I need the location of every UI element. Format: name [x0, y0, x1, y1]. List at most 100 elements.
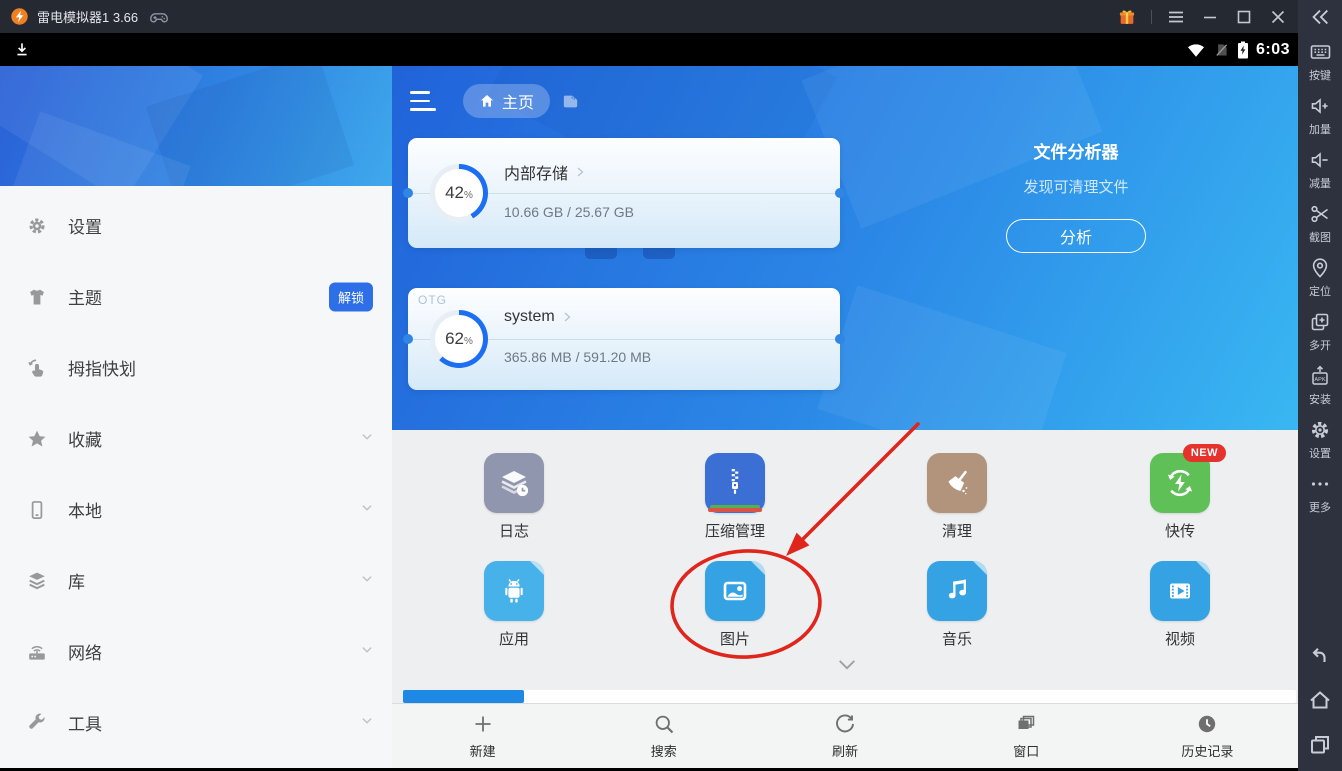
analyzer-subtitle: 发现可清理文件 — [951, 176, 1201, 197]
main-panel: 主页 42% 内部存储 — [392, 66, 1298, 768]
tool-label: 窗口 — [1013, 741, 1039, 760]
search-button[interactable]: 搜索 — [573, 704, 754, 768]
tile-videos[interactable]: 视频 — [1120, 561, 1240, 649]
sidebar-item-theme[interactable]: 主题 解锁 — [0, 261, 392, 332]
folded-corner — [973, 561, 987, 575]
sidebar-item-tools[interactable]: 工具 — [0, 687, 392, 758]
back-button[interactable] — [1307, 643, 1333, 667]
tile-apps[interactable]: 应用 — [454, 561, 574, 649]
expand-chevron-icon[interactable] — [836, 658, 858, 677]
storage-percent: 42 — [445, 183, 464, 203]
windows-icon — [1014, 712, 1038, 736]
sidebar-item-local[interactable]: 本地 — [0, 474, 392, 545]
tool-label: 搜索 — [651, 741, 677, 760]
ldplayer-logo-icon — [10, 7, 29, 26]
gamepad-icon[interactable] — [148, 7, 170, 27]
tab-bar: 主页 — [410, 84, 579, 118]
sidebar-item-label: 网络 — [68, 639, 102, 664]
volume-up-button[interactable]: 加量 — [1298, 94, 1342, 137]
percent-sign: % — [464, 190, 473, 201]
storage-card-system[interactable]: OTG 62% system 365.86 MB / 591.20 MB — [408, 288, 840, 390]
sidebar-item-settings[interactable]: 设置 — [0, 190, 392, 261]
sidebar-item-label: 主题 — [68, 284, 102, 309]
sidebar-item-label: 库 — [68, 568, 85, 593]
menu-icon[interactable] — [410, 89, 437, 113]
card-foot — [643, 248, 675, 259]
tile-label: 清理 — [942, 520, 972, 541]
sidebar-item-favorites[interactable]: 收藏 — [0, 403, 392, 474]
menu-button[interactable] — [1166, 7, 1186, 27]
android-status-bar: 6:03 — [0, 33, 1298, 66]
home-button[interactable] — [1307, 688, 1333, 712]
card-notch — [835, 188, 845, 198]
apk-install-icon: APK — [1308, 364, 1332, 388]
more-button[interactable]: 更多 — [1298, 472, 1342, 515]
multi-instance-button[interactable]: 多开 — [1298, 310, 1342, 353]
location-pin-icon — [1308, 256, 1332, 280]
horizontal-scrollbar[interactable] — [403, 690, 1296, 703]
storage-name: 内部存储 — [504, 160, 568, 184]
storage-ring: 62% — [430, 310, 488, 368]
tile-cleaner[interactable]: 清理 — [897, 453, 1017, 541]
scrollbar-thumb[interactable] — [403, 690, 524, 703]
location-button[interactable]: 定位 — [1298, 256, 1342, 299]
collapse-icon[interactable] — [1309, 5, 1331, 29]
new-badge: NEW — [1183, 444, 1226, 462]
minimize-button[interactable] — [1200, 7, 1220, 27]
tile-fast-transfer[interactable]: NEW 快传 — [1120, 453, 1240, 541]
emu-settings-button[interactable]: 设置 — [1298, 418, 1342, 461]
emu-item-label: 加量 — [1309, 121, 1331, 137]
chevron-down-icon — [358, 427, 376, 450]
emu-item-label: 定位 — [1309, 283, 1331, 299]
chevron-down-icon — [358, 498, 376, 521]
shortcut-grid: 日志 压缩管理 清理 NEW — [392, 430, 1298, 768]
close-button[interactable] — [1268, 7, 1288, 27]
volume-down-button[interactable]: 减量 — [1298, 148, 1342, 191]
tile-music[interactable]: 音乐 — [897, 561, 1017, 649]
folded-corner — [1196, 561, 1210, 575]
screenshot-button[interactable]: 截图 — [1298, 202, 1342, 245]
wifi-icon — [1186, 42, 1206, 58]
sidebar-item-library[interactable]: 库 — [0, 545, 392, 616]
keymapping-button[interactable]: 按键 — [1298, 40, 1342, 83]
storage-card-internal[interactable]: 42% 内部存储 10.66 GB / 25.67 GB — [408, 138, 840, 248]
sidebar-item-thumb-swipe[interactable]: 拇指快划 — [0, 332, 392, 403]
chevron-right-icon — [574, 166, 586, 178]
refresh-button[interactable]: 刷新 — [754, 704, 935, 768]
tile-archive[interactable]: 压缩管理 — [675, 453, 795, 541]
sidebar-item-network[interactable]: 网络 — [0, 616, 392, 687]
folded-corner — [751, 561, 765, 575]
unlock-badge[interactable]: 解锁 — [329, 282, 373, 311]
home-icon — [479, 93, 495, 109]
sd-card-icon[interactable] — [562, 94, 579, 109]
layers-icon — [26, 570, 48, 592]
gift-icon[interactable] — [1117, 7, 1137, 27]
sidebar-item-label: 拇指快划 — [68, 355, 136, 380]
logs-icon — [484, 453, 544, 513]
tab-home[interactable]: 主页 — [463, 84, 550, 118]
window-title: 雷电模拟器1 3.66 — [37, 7, 138, 26]
history-button[interactable]: 历史记录 — [1117, 704, 1298, 768]
maximize-button[interactable] — [1234, 7, 1254, 27]
new-button[interactable]: 新建 — [392, 704, 573, 768]
analyze-button[interactable]: 分析 — [1006, 219, 1146, 253]
emu-item-label: 减量 — [1309, 175, 1331, 191]
windows-button[interactable]: 窗口 — [936, 704, 1117, 768]
tile-pictures[interactable]: 图片 — [675, 561, 795, 649]
archive-icon — [705, 453, 765, 513]
sidebar-item-label: 设置 — [68, 213, 102, 238]
scissors-icon — [1308, 202, 1332, 226]
card-foot — [585, 248, 617, 259]
install-apk-button[interactable]: APK 安装 — [1298, 364, 1342, 407]
storage-ring: 42% — [430, 164, 488, 222]
download-status-icon — [12, 40, 32, 60]
tile-logs[interactable]: 日志 — [454, 453, 574, 541]
recent-apps-button[interactable] — [1307, 733, 1333, 757]
card-notch — [403, 334, 413, 344]
tile-label: 应用 — [499, 628, 529, 649]
storage-usage: 365.86 MB / 591.20 MB — [504, 349, 651, 365]
emu-item-label: 多开 — [1309, 337, 1331, 353]
chevron-down-icon — [358, 711, 376, 734]
emu-item-label: 截图 — [1309, 229, 1331, 245]
refresh-icon — [833, 712, 857, 736]
